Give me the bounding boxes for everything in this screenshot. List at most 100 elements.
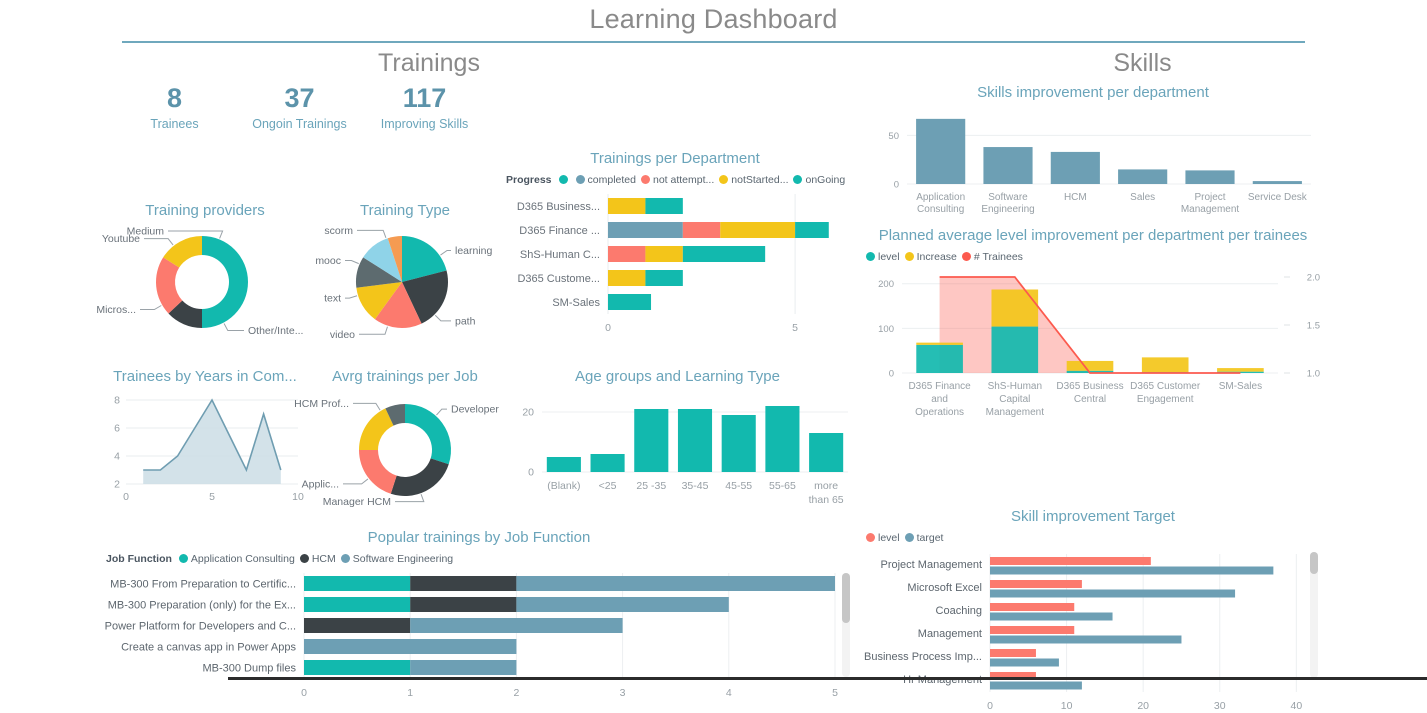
bar-segment[interactable] bbox=[720, 221, 796, 238]
legend-item-level[interactable]: level bbox=[866, 251, 900, 263]
bar[interactable] bbox=[990, 658, 1059, 666]
pie-leader-line bbox=[144, 237, 174, 245]
bar-segment[interactable] bbox=[608, 293, 652, 310]
bar[interactable] bbox=[916, 118, 966, 184]
bar-segment[interactable] bbox=[608, 269, 646, 286]
bar[interactable] bbox=[546, 456, 581, 472]
bar-segment[interactable] bbox=[608, 197, 646, 214]
legend-item-software-engineering[interactable]: Software Engineering bbox=[340, 553, 453, 565]
kpi-ongoing-trainings[interactable]: 37 Ongoin Trainings bbox=[237, 84, 362, 132]
training-type-pie[interactable]: learning path video text mooc scorm bbox=[305, 220, 505, 350]
bar-segment[interactable] bbox=[516, 596, 729, 612]
bar[interactable] bbox=[809, 432, 844, 472]
bar-segment[interactable] bbox=[1141, 356, 1189, 372]
avrg-trainings-donut[interactable]: Developer Manager HCM Applic... HCM Prof... bbox=[294, 386, 505, 516]
kpi-trainees[interactable]: 8 Trainees bbox=[112, 84, 237, 132]
bar-segment[interactable] bbox=[304, 596, 411, 612]
chart-trainees-by-years[interactable]: Trainees by Years in Com... 2 4 6 8 0 5 10 bbox=[100, 368, 310, 516]
bar[interactable] bbox=[990, 635, 1182, 643]
bar-segment[interactable] bbox=[991, 326, 1039, 373]
chart-popular-trainings[interactable]: Popular trainings by Job Function Job Fu… bbox=[100, 529, 858, 711]
bar-segment[interactable] bbox=[304, 575, 411, 591]
pie-slice-label: HCM Prof... bbox=[294, 397, 349, 409]
bar-segment[interactable] bbox=[682, 221, 721, 238]
bar-segment[interactable] bbox=[645, 269, 683, 286]
legend-item-target[interactable]: target bbox=[904, 532, 943, 544]
bar[interactable] bbox=[721, 414, 756, 472]
legend-item-increase[interactable]: Increase bbox=[904, 251, 957, 263]
bar-segment[interactable] bbox=[410, 596, 517, 612]
pie-slice[interactable] bbox=[202, 235, 248, 328]
legend-item-not-attempted[interactable]: not attempt... bbox=[640, 174, 714, 186]
trainees-years-area[interactable]: 2 4 6 8 0 5 10 bbox=[100, 386, 310, 516]
legend-item-target-level[interactable]: level bbox=[866, 532, 900, 544]
bar-segment[interactable] bbox=[795, 221, 829, 238]
bar[interactable] bbox=[990, 625, 1075, 634]
chart-skills-improvement[interactable]: Skills improvement per department 0 50 App… bbox=[863, 84, 1323, 227]
trainings-column: Trainings 8 Trainees 37 Ongoin Trainings… bbox=[0, 43, 858, 699]
bar[interactable] bbox=[990, 566, 1274, 574]
bar[interactable] bbox=[990, 681, 1082, 689]
bar[interactable] bbox=[983, 146, 1033, 184]
trainings-dept-bars[interactable]: 0 5 D365 Business... D365 Finance ... ShS-Hu… bbox=[500, 188, 850, 338]
legend-item-completed[interactable]: completed bbox=[575, 174, 636, 186]
chart-age-groups[interactable]: Age groups and Learning Type 0 20 (Blank) <… bbox=[500, 368, 855, 521]
legend-item-application-consulting[interactable]: Application Consulting bbox=[178, 553, 295, 565]
pie-slice[interactable] bbox=[405, 403, 451, 464]
pie-slice[interactable] bbox=[359, 407, 394, 450]
bar-segment[interactable] bbox=[410, 575, 517, 591]
bar-segment[interactable] bbox=[916, 344, 963, 373]
bar[interactable] bbox=[990, 556, 1151, 565]
chart-planned-level-improvement[interactable]: Planned average level improvement per de… bbox=[858, 227, 1328, 450]
age-groups-bars[interactable]: 0 20 (Blank) <25 25 -35 35-45 45-55 55-65 more th… bbox=[500, 386, 855, 521]
chart-trainings-per-department[interactable]: Trainings per Department Progress comple… bbox=[500, 150, 850, 338]
bar-segment[interactable] bbox=[304, 638, 517, 654]
bar-segment[interactable] bbox=[304, 617, 411, 633]
bar[interactable] bbox=[1185, 169, 1235, 184]
popular-trainings-scroll-thumb[interactable] bbox=[842, 572, 850, 623]
skill-target-scroll-thumb[interactable] bbox=[1310, 551, 1318, 574]
chart-skill-improvement-target[interactable]: Skill improvement Target level target 0 1… bbox=[858, 508, 1328, 713]
bar-segment[interactable] bbox=[991, 289, 1039, 327]
bar[interactable] bbox=[990, 602, 1075, 611]
bar-segment[interactable] bbox=[608, 221, 683, 238]
bar[interactable] bbox=[1050, 151, 1100, 184]
pie-slice[interactable] bbox=[390, 457, 449, 496]
bar[interactable] bbox=[1252, 180, 1302, 184]
bar-segment[interactable] bbox=[608, 245, 646, 262]
skill-target-bars[interactable]: 0 10 20 30 40 Project Management Microsoft Exc… bbox=[858, 548, 1328, 713]
legend-item-trainees[interactable]: # Trainees bbox=[961, 251, 1023, 263]
bar[interactable] bbox=[677, 408, 713, 472]
chart-training-type[interactable]: Training Type learning path video text mooc s… bbox=[305, 202, 505, 350]
chart-avrg-trainings-per-job[interactable]: Avrg trainings per Job Developer Manager … bbox=[294, 368, 505, 516]
bar-segment[interactable] bbox=[410, 659, 517, 675]
legend-item-not-started[interactable]: notStarted... bbox=[719, 174, 788, 186]
bar[interactable] bbox=[990, 648, 1036, 657]
bar-segment[interactable] bbox=[645, 245, 683, 262]
bar[interactable] bbox=[634, 408, 669, 472]
popular-trainings-bars[interactable]: 0 1 2 3 4 5 MB-300 From Preparation to Certifi… bbox=[100, 569, 858, 711]
chart-training-providers[interactable]: Training providers Medium Youtube Micros..… bbox=[96, 202, 310, 350]
legend-item-progress[interactable] bbox=[558, 175, 571, 184]
kpi-improving-skills[interactable]: 117 Improving Skills bbox=[362, 84, 487, 132]
bar-segment[interactable] bbox=[1066, 360, 1114, 371]
bar-segment[interactable] bbox=[516, 575, 835, 591]
bar-segment[interactable] bbox=[304, 659, 411, 675]
planned-level-combo[interactable]: 0 100 200 1.0 1.5 2.0 D365 Finance and Operation… bbox=[858, 265, 1328, 450]
bar[interactable] bbox=[990, 589, 1236, 597]
pie-slice[interactable] bbox=[359, 449, 397, 494]
bar-segment[interactable] bbox=[410, 617, 623, 633]
bar[interactable] bbox=[990, 579, 1082, 588]
bar[interactable] bbox=[990, 612, 1113, 620]
bar-segment[interactable] bbox=[916, 342, 963, 345]
legend-item-hcm[interactable]: HCM bbox=[299, 553, 336, 565]
bar-segment[interactable] bbox=[682, 245, 766, 262]
bar-segment[interactable] bbox=[645, 197, 683, 214]
bar[interactable] bbox=[590, 453, 625, 472]
bar[interactable] bbox=[765, 405, 800, 472]
skills-improvement-bars[interactable]: 0 50 ApplicationConsulting SoftwareEngineer… bbox=[863, 102, 1323, 227]
training-providers-donut[interactable]: MediumYoutubeMicros...Other/Inte... bbox=[96, 220, 310, 350]
bar[interactable] bbox=[1118, 168, 1168, 184]
legend-item-ongoing[interactable]: onGoing bbox=[793, 174, 845, 186]
bar-segment[interactable] bbox=[1217, 367, 1264, 372]
